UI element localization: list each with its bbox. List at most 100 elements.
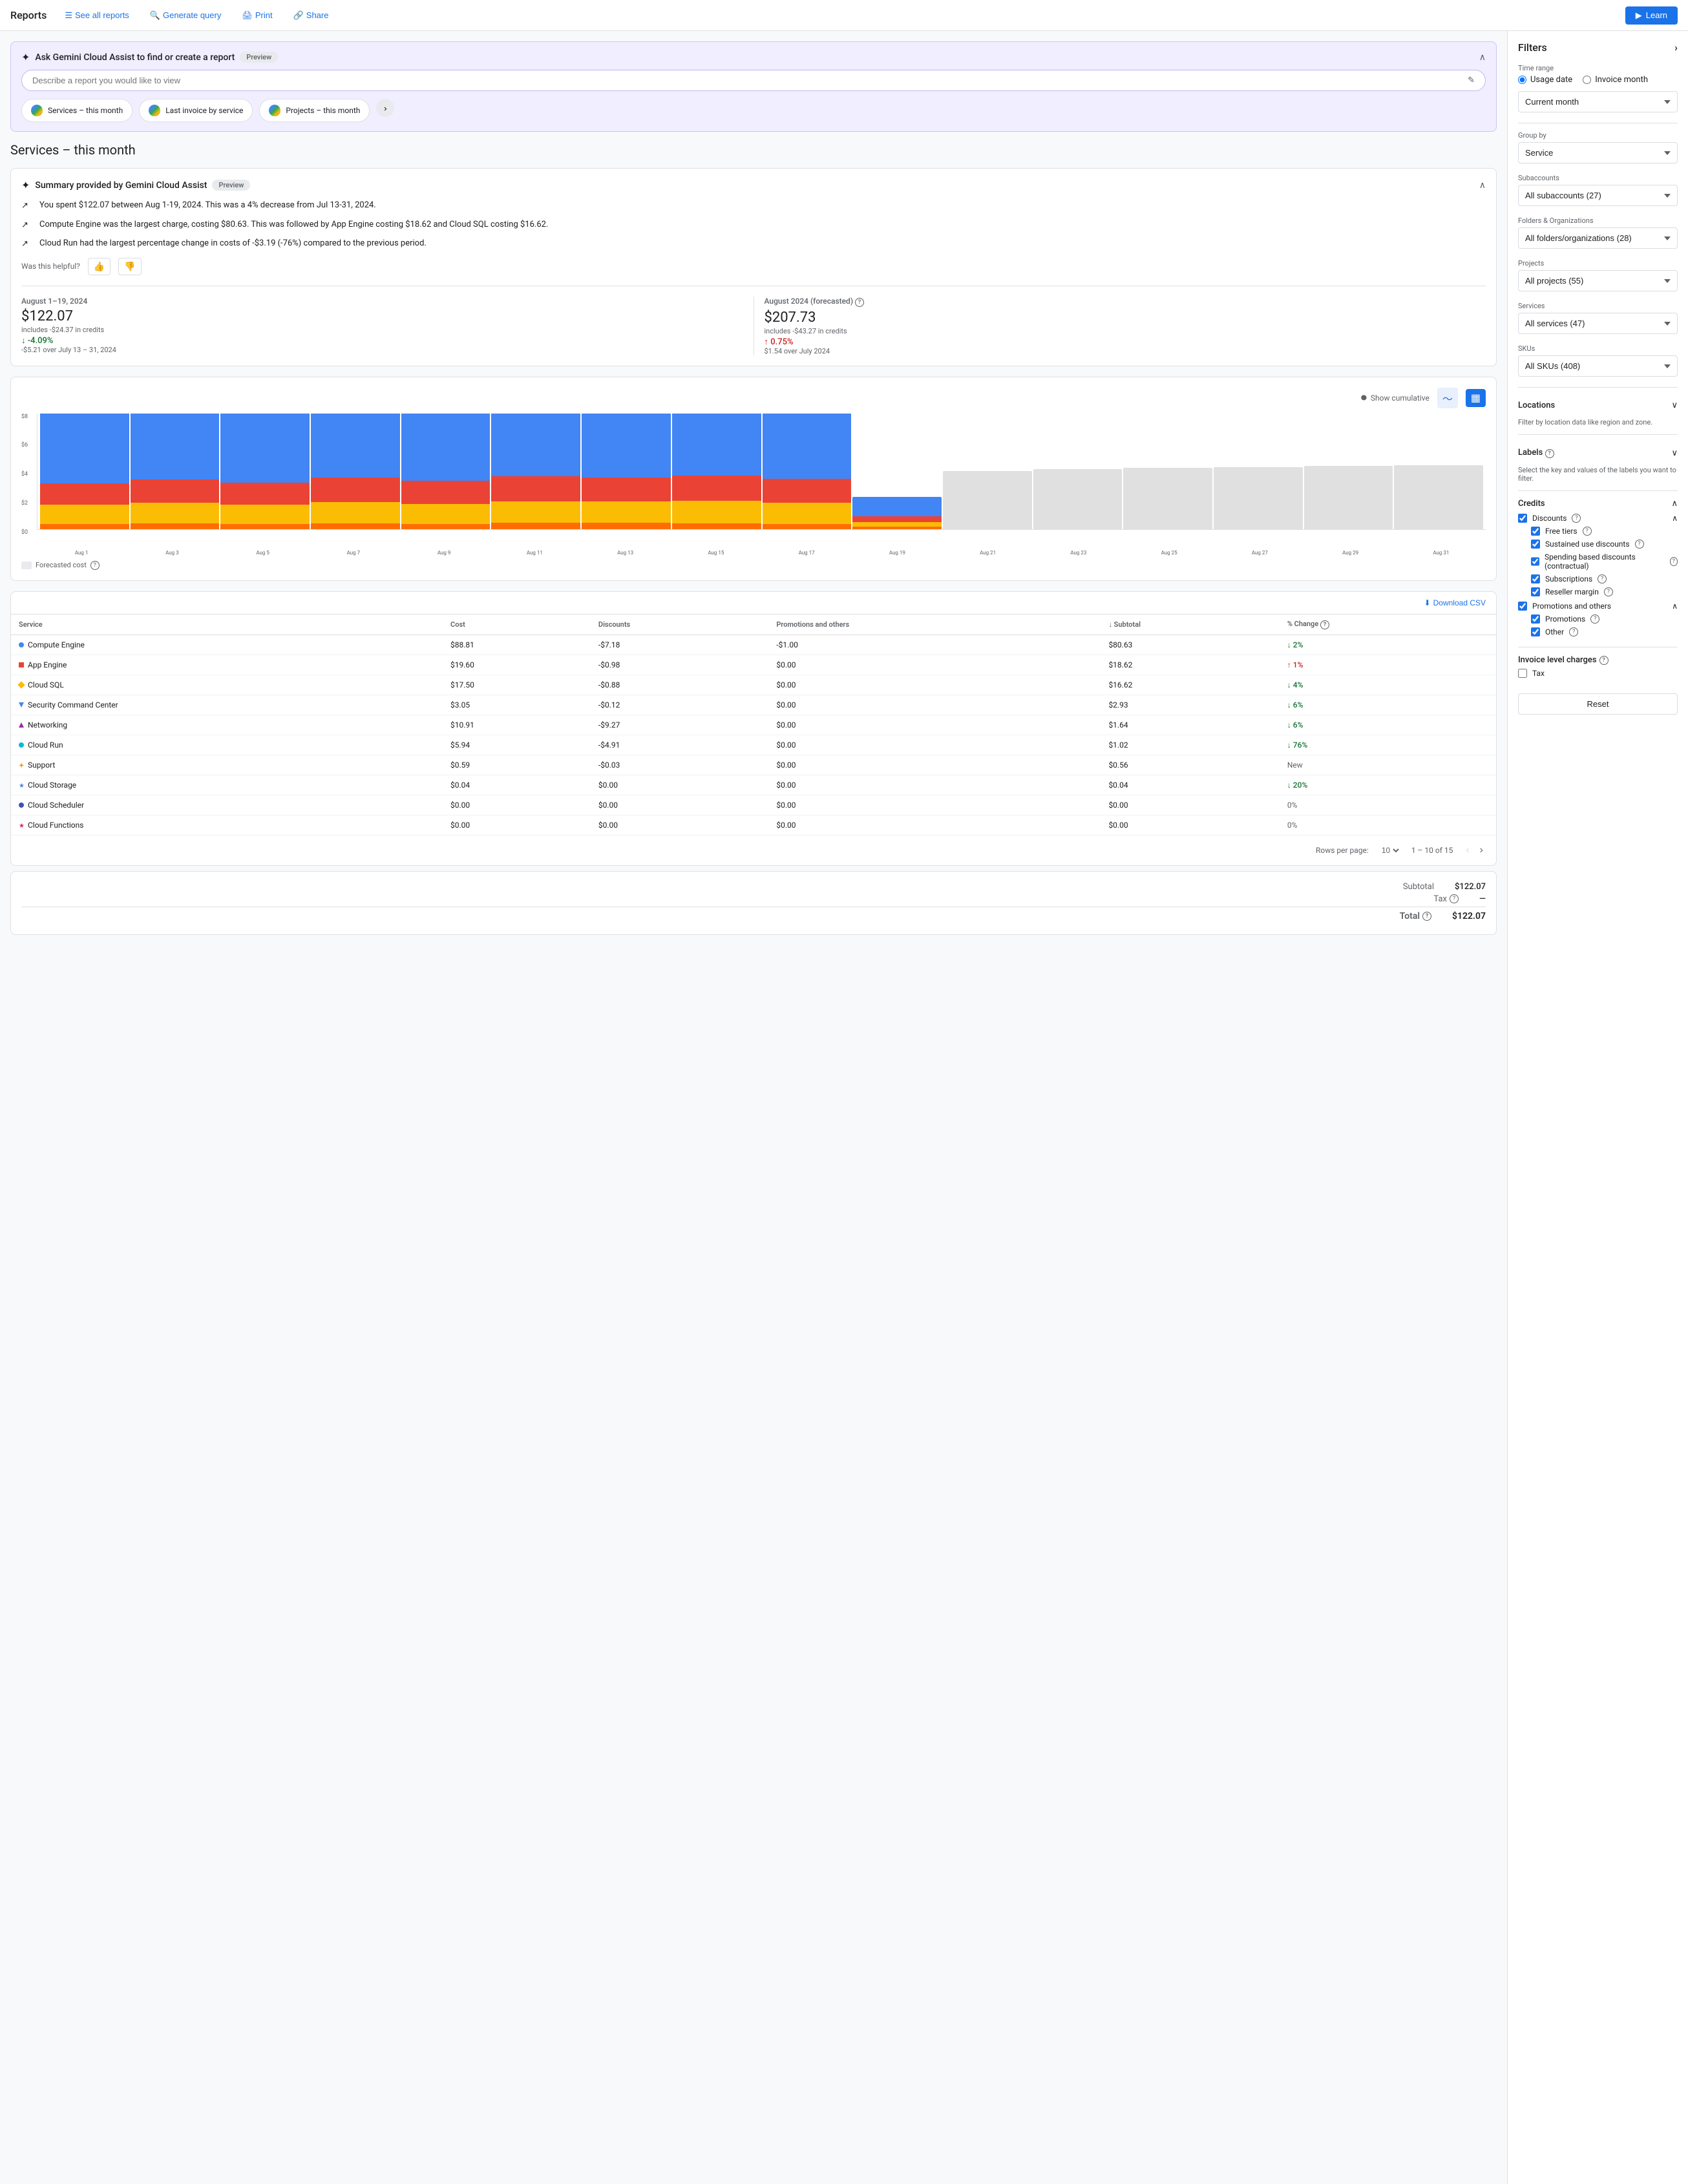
chip-gcp-icon: [31, 105, 43, 116]
service-cell: App Engine: [11, 655, 443, 675]
subaccounts-select[interactable]: All subaccounts (27): [1518, 185, 1678, 206]
chip-invoice[interactable]: Last invoice by service: [139, 99, 253, 122]
change-help-icon[interactable]: ?: [1320, 620, 1329, 629]
time-range-section: Time range Usage date Invoice month Curr…: [1518, 64, 1678, 112]
total-help-icon[interactable]: ?: [1422, 912, 1431, 921]
table-row: Cloud Scheduler $0.00 $0.00 $0.00 $0.00 …: [11, 795, 1496, 815]
group-by-select[interactable]: Service: [1518, 142, 1678, 163]
free-tiers-help-icon[interactable]: ?: [1583, 527, 1592, 536]
mic-icon: ✎: [1468, 76, 1475, 85]
filters-panel: Filters › Time range Usage date Invoice …: [1507, 31, 1688, 2184]
share-button[interactable]: 🔗 Share: [286, 6, 337, 25]
th-cost: Cost: [443, 614, 591, 635]
see-all-reports-button[interactable]: ☰ See all reports: [57, 6, 136, 25]
prev-page-button[interactable]: ‹: [1463, 842, 1472, 859]
tax-checkbox[interactable]: Tax: [1518, 669, 1678, 678]
forecast-help-icon[interactable]: ?: [855, 298, 864, 307]
learn-button[interactable]: ▶ Learn: [1625, 6, 1678, 25]
invoice-help-icon[interactable]: ?: [1599, 656, 1609, 665]
services-table: Service Cost Discounts Promotions and ot…: [11, 614, 1496, 835]
promotions-checkbox[interactable]: Promotions ?: [1531, 614, 1678, 624]
line-chart-button[interactable]: 〜: [1437, 388, 1458, 408]
subscriptions-help-icon[interactable]: ?: [1598, 574, 1607, 583]
credits-header[interactable]: Credits ∧: [1518, 499, 1678, 509]
subtotal-value: $122.07: [1455, 882, 1486, 892]
folders-select[interactable]: All folders/organizations (28): [1518, 227, 1678, 249]
discounts-cell: -$4.91: [591, 735, 768, 755]
discounts-cell: $0.00: [591, 775, 768, 795]
credits-section: Credits ∧ Discounts ? ∧ Free tiers ?: [1518, 499, 1678, 636]
discounts-help-icon[interactable]: ?: [1572, 514, 1581, 523]
ask-gemini-bar: ✦ Ask Gemini Cloud Assist to find or cre…: [10, 41, 1497, 132]
promo-collapse-icon: ∧: [1672, 602, 1678, 611]
reseller-checkbox[interactable]: Reseller margin ?: [1531, 587, 1678, 596]
totals-footer: Subtotal $122.07 Tax ? — Total ? $122.07: [10, 871, 1497, 935]
spending-checkbox[interactable]: Spending based discounts (contractual) ?: [1531, 552, 1678, 571]
current-month-select[interactable]: Current month: [1518, 91, 1678, 112]
print-button[interactable]: 🖨 Print: [234, 6, 280, 25]
table-card: ⬇ Download CSV Service Cost Discounts Pr…: [10, 591, 1497, 866]
subscriptions-checkbox[interactable]: Subscriptions ?: [1531, 574, 1678, 583]
change-cell: ↑ 1%: [1280, 655, 1496, 675]
free-tiers-checkbox[interactable]: Free tiers ?: [1531, 527, 1678, 536]
promotions-cell: $0.00: [768, 695, 1101, 715]
cost-cell: $0.00: [443, 795, 591, 815]
total-value: $122.07: [1452, 911, 1486, 921]
subtotal-cell: $1.02: [1101, 735, 1279, 755]
service-cell: Cloud SQL: [11, 675, 443, 695]
chip-services[interactable]: Services – this month: [21, 99, 132, 122]
helpful-label: Was this helpful?: [21, 262, 80, 271]
download-csv-button[interactable]: ⬇ Download CSV: [1424, 598, 1486, 607]
reseller-help-icon[interactable]: ?: [1604, 587, 1613, 596]
ask-input-field[interactable]: [32, 76, 1468, 85]
skus-select[interactable]: All SKUs (408): [1518, 355, 1678, 377]
services-select[interactable]: All services (47): [1518, 313, 1678, 334]
locations-header[interactable]: Locations ∨: [1518, 395, 1678, 415]
promotions-others-checkbox[interactable]: Promotions and others ∧: [1518, 602, 1678, 611]
collapse-ask-icon[interactable]: ∧: [1479, 52, 1486, 63]
show-cumulative-toggle[interactable]: ⏺ Show cumulative: [1361, 391, 1430, 404]
service-cell: Networking: [11, 715, 443, 735]
sustained-help-icon[interactable]: ?: [1635, 540, 1644, 549]
spending-help-icon[interactable]: ?: [1670, 557, 1678, 566]
service-cell: Compute Engine: [11, 635, 443, 655]
thumbs-up-button[interactable]: 👍: [88, 258, 111, 275]
pagination-info: 1 – 10 of 15: [1411, 846, 1453, 855]
discounts-checkbox[interactable]: Discounts ? ∧: [1518, 514, 1678, 523]
invoice-month-radio[interactable]: Invoice month: [1583, 75, 1648, 85]
labels-header[interactable]: Labels ? ∨: [1518, 443, 1678, 463]
service-cell: Security Command Center: [11, 695, 443, 715]
promotions-cell: $0.00: [768, 815, 1101, 835]
other-help-icon[interactable]: ?: [1569, 627, 1578, 636]
chips-scroll-right[interactable]: ›: [376, 99, 394, 117]
chip-projects[interactable]: Projects – this month: [259, 99, 370, 122]
forecast-help-icon[interactable]: ?: [90, 561, 100, 570]
reset-button[interactable]: Reset: [1518, 693, 1678, 715]
next-page-button[interactable]: ›: [1477, 842, 1486, 859]
discounts-cell: -$0.88: [591, 675, 768, 695]
labels-help-icon[interactable]: ?: [1545, 449, 1554, 458]
cost-cell: $88.81: [443, 635, 591, 655]
usage-date-radio[interactable]: Usage date: [1518, 75, 1572, 85]
page-nav: ‹ ›: [1463, 842, 1486, 859]
th-subtotal: ↓ Subtotal: [1101, 614, 1279, 635]
discounts-cell: -$0.12: [591, 695, 768, 715]
service-cell: Cloud Run: [11, 735, 443, 755]
tax-help-icon[interactable]: ?: [1450, 894, 1459, 903]
filters-expand-icon[interactable]: ›: [1674, 41, 1678, 54]
bar-chart-button[interactable]: ▦: [1466, 389, 1486, 407]
preview-badge: Preview: [240, 52, 278, 63]
sustained-checkbox[interactable]: Sustained use discounts ?: [1531, 540, 1678, 549]
other-checkbox[interactable]: Other ?: [1531, 627, 1678, 636]
ask-input[interactable]: ✎: [21, 70, 1486, 91]
rows-per-page-select[interactable]: 10 25 50: [1379, 845, 1401, 856]
thumbs-down-button[interactable]: 👎: [118, 258, 141, 275]
projects-select[interactable]: All projects (55): [1518, 270, 1678, 291]
collapse-summary-icon[interactable]: ∧: [1479, 180, 1486, 191]
chip-services-label: Services – this month: [48, 106, 123, 115]
summary-title-text: Summary provided by Gemini Cloud Assist: [35, 180, 207, 191]
generate-query-button[interactable]: 🔍 Generate query: [142, 6, 229, 25]
promotions-help-icon[interactable]: ?: [1590, 614, 1599, 624]
app-title: Reports: [10, 9, 47, 21]
subtotal-cell: $2.93: [1101, 695, 1279, 715]
